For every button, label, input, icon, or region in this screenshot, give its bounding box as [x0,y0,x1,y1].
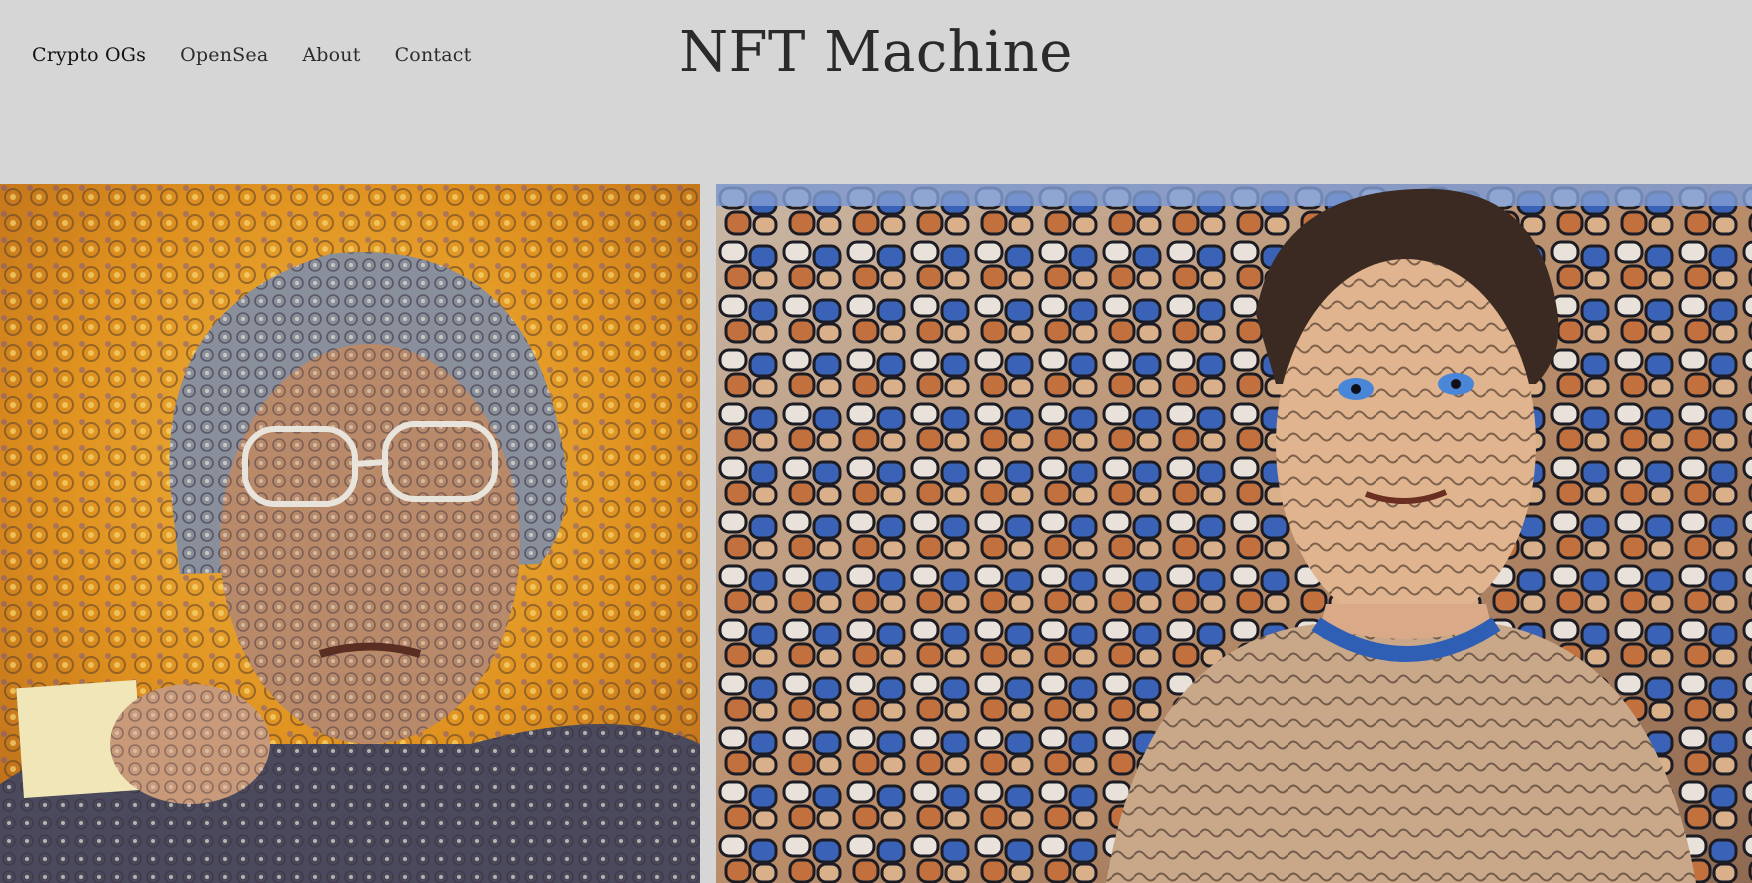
site-header: Crypto OGs OpenSea About Contact NFT Mac… [0,0,1752,180]
gallery-item-portrait-young-man[interactable] [716,184,1752,883]
gallery-item-portrait-older-man[interactable] [0,184,700,883]
portrait-young-man-image [716,184,1752,883]
portrait-older-man-image [0,184,700,883]
site-title[interactable]: NFT Machine [0,20,1752,85]
nft-gallery [0,184,1752,883]
